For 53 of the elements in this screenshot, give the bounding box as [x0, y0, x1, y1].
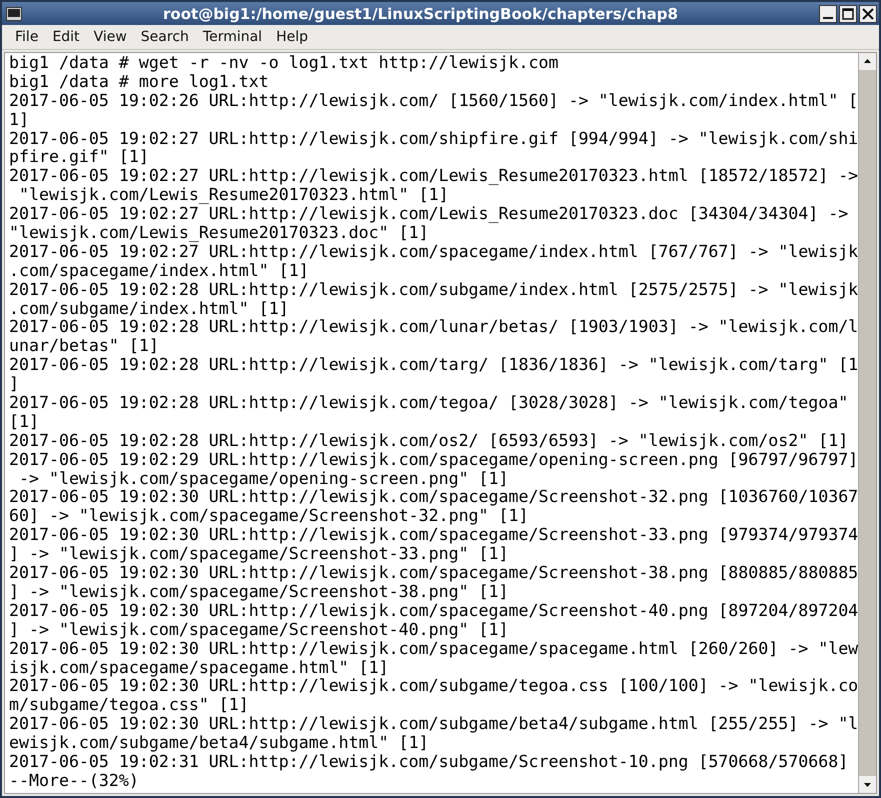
- terminal-line: .com/subgame/index.html" [1]: [9, 300, 289, 318]
- terminal-line: 2017-06-05 19:02:30 URL:http://lewisjk.com/spacegame/Screenshot-40.png [897204/897204: [9, 602, 858, 621]
- menu-item[interactable]: Help: [269, 29, 315, 45]
- terminal-line: big1 /data # more log1.txt: [9, 72, 270, 92]
- minimize-icon[interactable]: [819, 4, 837, 22]
- terminal-line: unar/betas" [1]: [9, 337, 160, 356]
- terminal-line: 2017-06-05 19:02:28 URL:http://lewisjk.com/lunar/betas/ [1903/1903] -> "lewisjk.com/l: [9, 318, 858, 338]
- terminal-line: 2017-06-05 19:02:28 URL:http://lewisjk.com/os2/ [6593/6593] -> "lewisjk.com/os2" [1]: [9, 432, 850, 451]
- terminal-line: 2017-06-05 19:02:30 URL:http://lewisjk.com/spacegame/Screenshot-33.png [979374/979374: [9, 526, 858, 546]
- terminal-line: --More--(32%): [9, 772, 140, 791]
- terminal-line: 2017-06-05 19:02:28 URL:http://lewisjk.com/subgame/index.html [2575/2575] -> "lewisjk: [9, 280, 858, 300]
- terminal-line: 2017-06-05 19:02:30 URL:http://lewisjk.com/spacegame/Screenshot-32.png [1036760/10367: [9, 488, 858, 508]
- scrollbar[interactable]: [858, 53, 876, 793]
- terminal-line: ]: [9, 375, 20, 394]
- menu-item[interactable]: Edit: [45, 29, 87, 45]
- terminal-line: 2017-06-05 19:02:27 URL:http://lewisjk.com/Lewis_Resume20170323.doc [34304/34304] ->: [9, 205, 850, 224]
- menu-item[interactable]: View: [86, 29, 134, 45]
- scroll-down-icon[interactable]: [859, 776, 876, 793]
- terminal-line: ewisjk.com/subgame/beta4/subgame.html" [1]: [9, 734, 430, 753]
- terminal-line: 2017-06-05 19:02:27 URL:http://lewisjk.com/shipfire.gif [994/994] -> "lewisjk.com/shi: [9, 130, 858, 148]
- terminal-line: .com/spacegame/index.html" [1]: [9, 262, 309, 281]
- terminal-line: ] -> "lewisjk.com/spacegame/Screenshot-40.png" [1]: [9, 620, 509, 640]
- terminal-line: 60] -> "lewisjk.com/spacegame/Screenshot-32.png" [1]: [9, 507, 530, 526]
- menu-item[interactable]: Terminal: [196, 29, 270, 45]
- terminal-line: ] -> "lewisjk.com/spacegame/Screenshot-38.png" [1]: [9, 582, 509, 602]
- terminal-line: big1 /data # wget -r -nv -o log1.txt http://lewisjk.com: [9, 54, 560, 73]
- terminal-line: pfire.gif" [1]: [9, 148, 150, 168]
- terminal-line: 2017-06-05 19:02:31 URL:http://lewisjk.com/subgame/Screenshot-10.png [570668/570668]: [9, 752, 850, 772]
- terminal-line: 2017-06-05 19:02:30 URL:http://lewisjk.com/subgame/tegoa.css [100/100] -> "lewisjk.co: [9, 677, 858, 696]
- terminal-line: isjk.com/spacegame/spacegame.html" [1]: [9, 658, 389, 678]
- terminal-line: m/subgame/tegoa.css" [1]: [9, 696, 250, 716]
- terminal-line: 2017-06-05 19:02:28 URL:http://lewisjk.com/targ/ [1836/1836] -> "lewisjk.com/targ" [1: [9, 356, 858, 376]
- terminal-line: 1]: [9, 110, 30, 130]
- terminal-line: "lewisjk.com/Lewis_Resume20170323.html" [1]: [18, 186, 450, 206]
- terminal-line: 2017-06-05 19:02:27 URL:http://lewisjk.com/Lewis_Resume20170323.html [18572/18572] ->: [9, 167, 858, 186]
- terminal-line: -> "lewisjk.com/spacegame/opening-screen.png" [1]: [18, 470, 509, 488]
- scroll-up-icon[interactable]: [859, 53, 876, 70]
- terminal-line: 2017-06-05 19:02:28 URL:http://lewisjk.com/tegoa/ [3028/3028] -> "lewisjk.com/tegoa": [9, 394, 850, 413]
- menu-item[interactable]: File: [8, 29, 46, 45]
- terminal-line: ] -> "lewisjk.com/spacegame/Screenshot-33.png" [1]: [9, 545, 510, 564]
- terminal-icon: [6, 6, 22, 20]
- terminal-line: 2017-06-05 19:02:30 URL:http://lewisjk.com/spacegame/spacegame.html [260/260] -> "lew: [9, 640, 858, 658]
- maximize-icon[interactable]: [839, 4, 857, 22]
- terminal-line: 2017-06-05 19:02:26 URL:http://lewisjk.com/ [1560/1560] -> "lewisjk.com/index.html" [: [9, 92, 858, 111]
- terminal-line: "lewisjk.com/Lewis_Resume20170323.doc" [1]: [9, 224, 430, 243]
- menu-item[interactable]: Search: [134, 29, 196, 45]
- terminal-line: 2017-06-05 19:02:29 URL:http://lewisjk.com/spacegame/opening-screen.png [96797/96797]: [9, 450, 858, 470]
- terminal-line: 2017-06-05 19:02:30 URL:http://lewisjk.com/spacegame/Screenshot-38.png [880885/880885: [9, 564, 858, 583]
- terminal-line: [1]: [9, 412, 40, 432]
- terminal-line: 2017-06-05 19:02:27 URL:http://lewisjk.com/spacegame/index.html [767/767] -> "lewisjk: [9, 242, 858, 262]
- terminal-line: 2017-06-05 19:02:30 URL:http://lewisjk.com/subgame/beta4/subgame.html [255/255] -> "l: [9, 715, 858, 734]
- close-icon[interactable]: [859, 4, 877, 22]
- window-title: root@big1:/home/guest1/LinuxScriptingBook/chapters/chap8: [162, 4, 679, 22]
